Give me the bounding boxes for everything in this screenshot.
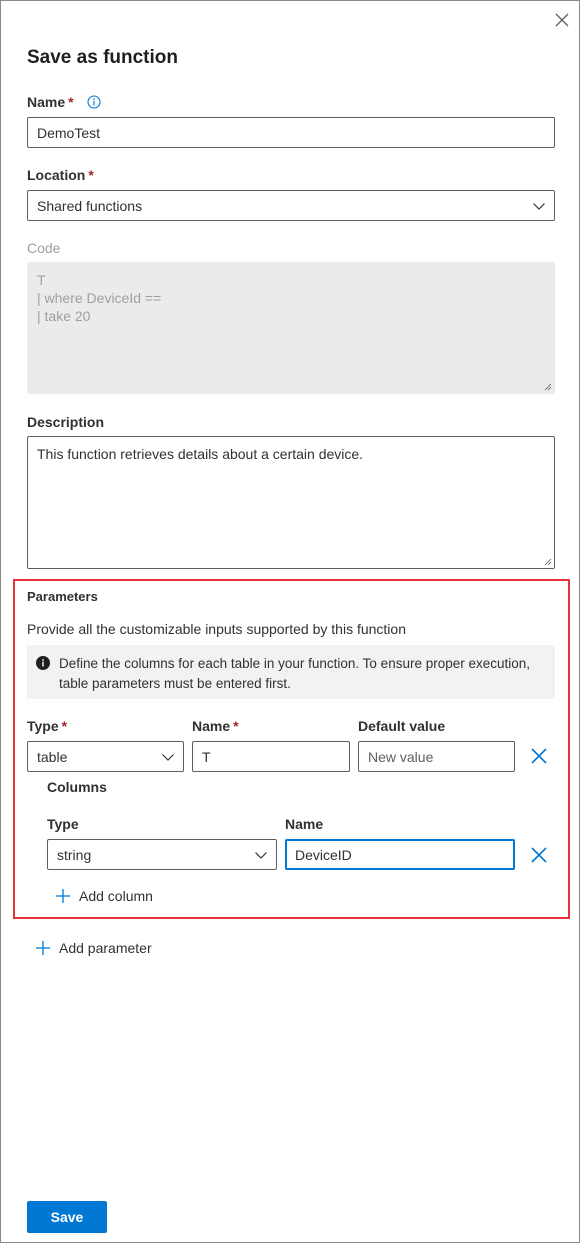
- required-mark: *: [233, 718, 239, 734]
- chevron-down-icon: [255, 852, 267, 859]
- location-dropdown[interactable]: Shared functions: [27, 190, 555, 221]
- remove-parameter-icon[interactable]: [530, 747, 548, 765]
- param-default-value-header: Default value: [358, 718, 446, 734]
- add-parameter-label: Add parameter: [59, 940, 152, 956]
- column-type-header: Type: [47, 816, 79, 832]
- param-default-value-input[interactable]: New value: [358, 741, 515, 772]
- info-message-bar: Define the columns for each table in you…: [27, 645, 555, 699]
- column-name-input[interactable]: DeviceID: [285, 839, 515, 870]
- required-mark: *: [88, 167, 94, 183]
- plus-icon: [36, 941, 50, 955]
- resize-grip-icon[interactable]: [544, 558, 552, 566]
- param-name-header: Name *: [192, 718, 239, 734]
- description-textarea[interactable]: This function retrieves details about a …: [27, 436, 555, 569]
- required-mark: *: [68, 94, 74, 110]
- parameters-title: Parameters: [27, 589, 98, 604]
- info-icon[interactable]: [87, 95, 101, 109]
- plus-icon: [56, 889, 70, 903]
- code-line: | take 20: [37, 308, 91, 324]
- columns-title: Columns: [47, 779, 107, 795]
- location-selected-value: Shared functions: [37, 197, 143, 214]
- save-function-panel: Save as function Name * DemoTest Location…: [0, 0, 580, 1243]
- code-textarea: T | where DeviceId == | take 20: [27, 262, 555, 394]
- param-type-value: table: [37, 748, 68, 765]
- info-filled-icon: [36, 656, 50, 670]
- add-column-label: Add column: [79, 888, 153, 904]
- code-line: | where DeviceId ==: [37, 290, 162, 306]
- code-label: Code: [27, 240, 61, 256]
- info-message-text: Define the columns for each table in you…: [59, 656, 531, 691]
- chevron-down-icon: [533, 203, 545, 210]
- location-label: Location *: [27, 167, 94, 183]
- name-label: Name *: [27, 94, 74, 110]
- param-type-header: Type *: [27, 718, 68, 734]
- close-icon[interactable]: [553, 11, 571, 29]
- code-line: T: [37, 272, 46, 288]
- add-parameter-button[interactable]: Add parameter: [35, 940, 152, 956]
- add-column-button[interactable]: Add column: [55, 888, 153, 904]
- description-text: This function retrieves details about a …: [37, 446, 364, 462]
- param-name-input[interactable]: T: [192, 741, 350, 772]
- save-button[interactable]: Save: [27, 1201, 107, 1233]
- description-label: Description: [27, 414, 105, 430]
- chevron-down-icon: [162, 754, 174, 761]
- dialog-title: Save as function: [27, 47, 178, 68]
- resize-grip-icon: [544, 383, 552, 391]
- param-type-dropdown[interactable]: table: [27, 741, 184, 772]
- column-name-header: Name: [285, 816, 324, 832]
- name-input[interactable]: DemoTest: [27, 117, 555, 148]
- required-mark: *: [61, 718, 68, 734]
- column-type-dropdown[interactable]: string: [47, 839, 277, 870]
- column-type-value: string: [57, 846, 92, 863]
- parameters-description: Provide all the customizable inputs supp…: [27, 621, 406, 637]
- remove-column-icon[interactable]: [530, 846, 548, 864]
